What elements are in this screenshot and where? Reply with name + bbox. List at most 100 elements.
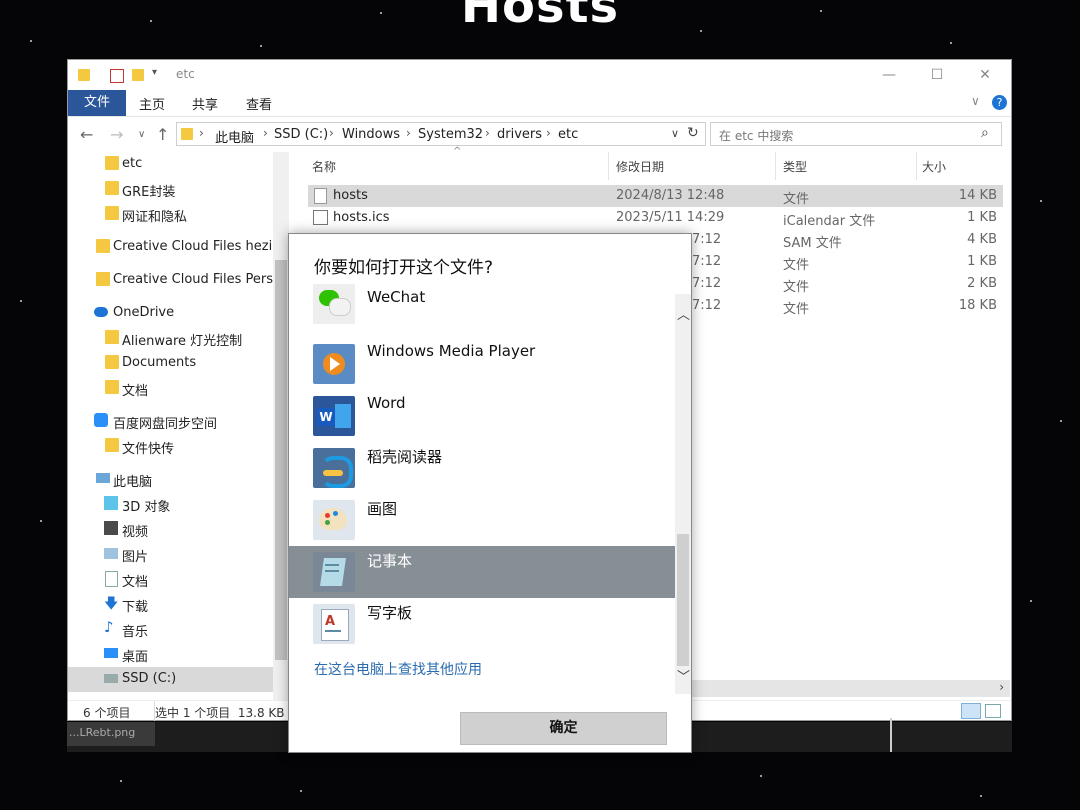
quick-access-dropdown-icon[interactable]: ▾ xyxy=(152,67,157,78)
nav-item-label: SSD (C:) xyxy=(122,671,177,686)
tab-share[interactable]: 共享 xyxy=(192,94,218,113)
nav-item-3d-objects[interactable]: 3D 对象 xyxy=(68,492,273,517)
nav-item-privacy[interactable]: 网证和隐私 xyxy=(68,202,273,227)
nav-item-onedrive[interactable]: OneDrive xyxy=(68,301,273,326)
breadcrumb-drivers[interactable]: drivers xyxy=(497,127,542,142)
nav-item-label: Creative Cloud Files hezi.fa xyxy=(113,239,288,254)
cube-icon xyxy=(104,496,118,510)
ok-button[interactable]: 确定 xyxy=(460,712,667,745)
app-option-notepad[interactable]: 记事本 xyxy=(289,546,675,598)
search-placeholder: 在 etc 中搜索 xyxy=(719,129,794,143)
document-icon xyxy=(105,571,118,587)
address-bar[interactable]: › 此电脑 › SSD (C:) › Windows › System32 › … xyxy=(176,122,706,146)
column-divider[interactable] xyxy=(916,152,917,180)
tab-view[interactable]: 查看 xyxy=(246,94,272,113)
breadcrumb-system32[interactable]: System32 xyxy=(418,127,483,142)
taskbar-divider xyxy=(890,718,892,752)
nav-item-gre[interactable]: GRE封装 xyxy=(68,177,273,202)
nav-item-label: 文档 xyxy=(122,575,149,590)
file-row-hosts[interactable]: hosts 2024/8/13 12:48 文件 14 KB xyxy=(308,185,1003,207)
nav-item-alienware[interactable]: Alienware 灯光控制 xyxy=(68,326,273,351)
folder-icon xyxy=(105,206,119,220)
search-input[interactable]: 在 etc 中搜索 ⌕ xyxy=(710,122,1002,146)
file-type: 文件 xyxy=(783,258,810,273)
column-size[interactable]: 大小 xyxy=(922,158,946,175)
nav-item-ssd[interactable]: SSD (C:) xyxy=(68,667,273,692)
wordpad-icon: A xyxy=(313,604,355,644)
properties-icon[interactable] xyxy=(110,69,124,83)
nav-item-desktop[interactable]: 桌面 xyxy=(68,642,273,667)
new-folder-icon[interactable] xyxy=(132,69,144,81)
file-size: 4 KB xyxy=(967,232,997,247)
file-date: 7:12 xyxy=(692,232,722,247)
details-view-icon[interactable] xyxy=(961,703,981,719)
help-icon[interactable]: ? xyxy=(992,95,1007,110)
scroll-right-icon[interactable]: › xyxy=(999,680,1004,694)
app-option-media-player[interactable]: Windows Media Player xyxy=(289,338,675,390)
nav-item-creative-cloud-hezi[interactable]: Creative Cloud Files hezi.fa xyxy=(68,235,288,260)
close-button[interactable]: ✕ xyxy=(961,60,1009,90)
horizontal-scrollbar[interactable]: › xyxy=(690,680,1010,697)
nav-item-music[interactable]: ♪ 音乐 xyxy=(68,617,273,642)
breadcrumb-windows[interactable]: Windows xyxy=(342,127,400,142)
dialog-scrollbar-thumb[interactable] xyxy=(677,534,689,666)
nav-item-baidu[interactable]: 百度网盘同步空间 xyxy=(68,409,273,434)
nav-item-downloads[interactable]: 🡇 下载 xyxy=(68,592,273,617)
scroll-down-icon[interactable]: ﹀ xyxy=(677,666,690,685)
nav-item-label: Alienware 灯光控制 xyxy=(122,334,243,349)
find-other-apps-link[interactable]: 在这台电脑上查找其他应用 xyxy=(314,659,482,679)
breadcrumb-ssd[interactable]: SSD (C:) xyxy=(274,127,328,142)
picture-icon xyxy=(104,548,118,559)
nav-item-docs-cn[interactable]: 文档 xyxy=(68,376,273,401)
scroll-up-icon[interactable]: ︿ xyxy=(677,304,690,323)
refresh-icon[interactable]: ↻ xyxy=(687,125,699,141)
nav-item-this-pc[interactable]: 此电脑 xyxy=(68,467,273,492)
maximize-button[interactable]: ☐ xyxy=(913,60,961,90)
up-button[interactable]: ↑ xyxy=(156,125,169,144)
column-divider[interactable] xyxy=(608,152,609,180)
minimize-button[interactable]: — xyxy=(865,60,913,90)
app-option-word[interactable]: W Word xyxy=(289,390,675,442)
file-date: 2024/8/13 12:48 xyxy=(616,188,725,203)
back-button[interactable]: ← xyxy=(80,125,93,144)
item-count: 6 个项目 xyxy=(83,706,131,720)
tab-home[interactable]: 主页 xyxy=(139,94,165,113)
download-icon: 🡇 xyxy=(104,596,119,612)
tab-file[interactable]: 文件 xyxy=(68,90,126,116)
app-option-wechat[interactable]: WeChat xyxy=(289,284,675,338)
nav-item-creative-cloud-personal[interactable]: Creative Cloud Files Person xyxy=(68,268,288,293)
forward-button[interactable]: → xyxy=(110,125,123,144)
nav-item-etc[interactable]: etc xyxy=(68,152,273,177)
nav-item-label: 文件快传 xyxy=(122,442,175,457)
recent-locations-icon[interactable]: ∨ xyxy=(138,129,145,140)
taskbar-item-label: ...LRebt.png xyxy=(69,726,136,739)
file-list-header: ^ 名称 修改日期 类型 大小 xyxy=(308,146,1008,180)
nav-item-documents[interactable]: Documents xyxy=(68,351,273,376)
file-row-hosts-ics[interactable]: hosts.ics 2023/5/11 14:29 iCalendar 文件 1… xyxy=(308,207,1003,229)
app-option-wordpad[interactable]: A 写字板 xyxy=(289,598,675,650)
breadcrumb-this-pc[interactable]: 此电脑 xyxy=(215,127,254,146)
ribbon-tabs: 文件 主页 共享 查看 ∨ ? xyxy=(68,90,1011,116)
nav-item-file-transfer[interactable]: 文件快传 xyxy=(68,434,273,459)
breadcrumb-etc[interactable]: etc xyxy=(558,127,578,142)
expand-ribbon-icon[interactable]: ∨ xyxy=(971,94,980,108)
folder-icon xyxy=(105,156,119,170)
nav-item-label: Creative Cloud Files Person xyxy=(113,272,288,287)
column-date[interactable]: 修改日期 xyxy=(616,158,664,175)
nav-scrollbar-thumb[interactable] xyxy=(275,260,287,660)
address-dropdown-icon[interactable]: ∨ xyxy=(671,127,679,140)
app-label: 写字板 xyxy=(367,604,413,622)
chevron-right-icon: › xyxy=(406,126,411,140)
column-divider[interactable] xyxy=(775,152,776,180)
app-option-docer-reader[interactable]: 稻壳阅读器 xyxy=(289,442,675,494)
nav-item-documents-lib[interactable]: 文档 xyxy=(68,567,273,592)
nav-item-videos[interactable]: 视频 xyxy=(68,517,273,542)
file-date: 7:12 xyxy=(692,276,722,291)
nav-item-pictures[interactable]: 图片 xyxy=(68,542,273,567)
column-type[interactable]: 类型 xyxy=(783,158,807,175)
large-icons-view-icon[interactable] xyxy=(985,704,1001,718)
app-option-paint[interactable]: 画图 xyxy=(289,494,675,546)
file-icon xyxy=(314,188,327,204)
nav-item-label: 文档 xyxy=(122,384,149,399)
column-name[interactable]: 名称 xyxy=(312,158,336,175)
